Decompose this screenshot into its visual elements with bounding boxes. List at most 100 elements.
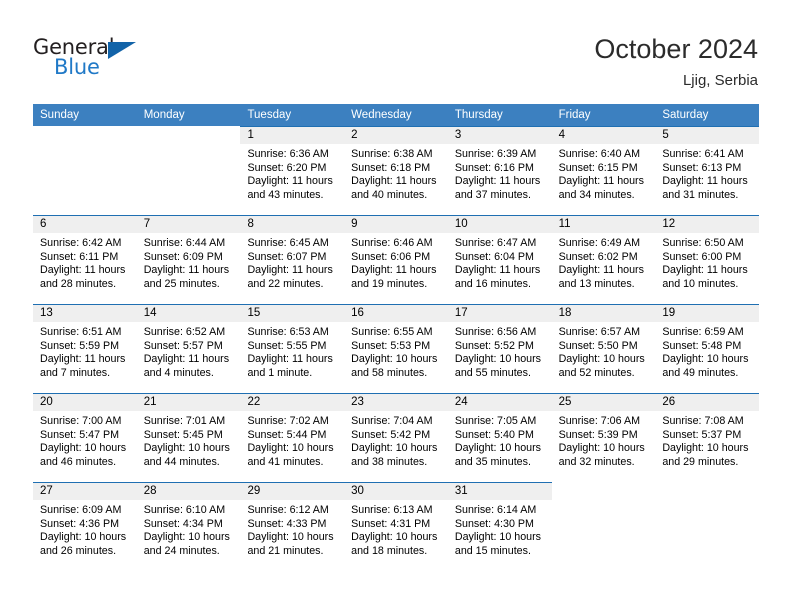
day-number-band: 21 xyxy=(136,393,241,411)
daylight-text: Daylight: 10 hours xyxy=(351,353,438,366)
sunrise-text: Sunrise: 6:39 AM xyxy=(454,148,537,160)
daylight-text: Daylight: 10 hours xyxy=(558,353,645,366)
day-number: 3 xyxy=(454,129,462,141)
daylight-text: Daylight: 10 hours xyxy=(454,353,542,366)
sunrise-text: Sunrise: 7:05 AM xyxy=(454,415,537,427)
daylight-text-cont: and 19 minutes. xyxy=(351,277,428,290)
calendar-day-cell[interactable]: 17 Sunrise: 6:56 AM Sunset: 5:52 PM Dayligh… xyxy=(447,304,552,393)
daylight-text-cont: and 41 minutes. xyxy=(247,455,324,468)
calendar-day-cell[interactable]: 30 Sunrise: 6:13 AM Sunset: 4:31 PM Dayligh… xyxy=(344,482,448,571)
daylight-text: Daylight: 11 hours xyxy=(247,353,333,366)
sunset-text: Sunset: 4:34 PM xyxy=(143,517,223,530)
day-number-band xyxy=(137,126,241,144)
day-number: 11 xyxy=(558,218,571,230)
day-number-band: 8 xyxy=(240,215,345,233)
sunset-text: Sunset: 5:52 PM xyxy=(454,339,534,352)
day-number: 16 xyxy=(351,307,364,319)
day-details: Sunrise: 6:36 AM Sunset: 6:20 PM Daylight:… xyxy=(240,144,344,202)
day-number: 21 xyxy=(143,396,157,408)
day-details: Sunrise: 7:04 AM Sunset: 5:42 PM Daylight:… xyxy=(344,411,448,469)
sunset-text: Sunset: 5:57 PM xyxy=(143,339,223,352)
day-details: Sunrise: 6:40 AM Sunset: 6:15 PM Daylight:… xyxy=(552,144,656,202)
daylight-text: Daylight: 11 hours xyxy=(662,175,748,188)
sunrise-text: Sunrise: 6:38 AM xyxy=(351,148,433,160)
daylight-text-cont: and 15 minutes. xyxy=(454,544,531,557)
calendar-day-cell[interactable]: 3 Sunrise: 6:39 AM Sunset: 6:16 PM Daylight… xyxy=(447,126,552,215)
day-details: Sunrise: 6:39 AM Sunset: 6:16 PM Daylight:… xyxy=(448,144,552,202)
daylight-text-cont: and 4 minutes. xyxy=(143,366,214,379)
day-details: Sunrise: 6:46 AM Sunset: 6:06 PM Daylight:… xyxy=(344,233,448,291)
calendar-day-cell[interactable]: 19 Sunrise: 6:59 AM Sunset: 5:48 PM Dayligh… xyxy=(655,304,760,393)
day-number: 22 xyxy=(247,396,261,408)
day-details: Sunrise: 6:59 AM Sunset: 5:48 PM Daylight:… xyxy=(655,322,759,380)
calendar-day-cell[interactable]: 2 Sunrise: 6:38 AM Sunset: 6:18 PM Daylight… xyxy=(344,126,448,215)
daylight-text: Daylight: 11 hours xyxy=(454,264,541,277)
calendar-day-cell[interactable]: 18 Sunrise: 6:57 AM Sunset: 5:50 PM Dayligh… xyxy=(551,304,656,393)
day-number-band: 27 xyxy=(33,482,137,500)
daylight-text: Daylight: 10 hours xyxy=(247,531,334,544)
daylight-text-cont: and 16 minutes. xyxy=(454,277,531,290)
calendar-week-row: 20 Sunrise: 7:00 AM Sunset: 5:47 PM Dayligh… xyxy=(33,393,760,482)
calendar-day-cell[interactable]: 20 Sunrise: 7:00 AM Sunset: 5:47 PM Dayligh… xyxy=(33,393,137,482)
daylight-text: Daylight: 10 hours xyxy=(351,442,438,455)
calendar-day-cell[interactable]: 6 Sunrise: 6:42 AM Sunset: 6:11 PM Daylight… xyxy=(33,215,137,304)
daylight-text-cont: and 52 minutes. xyxy=(558,366,635,379)
day-details xyxy=(137,144,241,148)
calendar-day-cell[interactable]: 29 Sunrise: 6:12 AM Sunset: 4:33 PM Dayligh… xyxy=(240,482,345,571)
day-details: Sunrise: 6:45 AM Sunset: 6:07 PM Daylight:… xyxy=(240,233,344,291)
general-blue-logo[interactable]: General Blue xyxy=(33,36,173,82)
calendar-day-cell[interactable]: 27 Sunrise: 6:09 AM Sunset: 4:36 PM Dayligh… xyxy=(33,482,137,571)
day-details: Sunrise: 6:44 AM Sunset: 6:09 PM Daylight:… xyxy=(137,233,241,291)
day-number-band: 10 xyxy=(447,215,552,233)
sunrise-text: Sunrise: 7:04 AM xyxy=(351,415,433,427)
calendar-day-cell[interactable]: 1 Sunrise: 6:36 AM Sunset: 6:20 PM Daylight… xyxy=(240,126,345,215)
calendar-day-cell[interactable]: 21 Sunrise: 7:01 AM Sunset: 5:45 PM Dayligh… xyxy=(136,393,241,482)
calendar-day-cell[interactable]: 11 Sunrise: 6:49 AM Sunset: 6:02 PM Dayligh… xyxy=(551,215,656,304)
day-number-band: 3 xyxy=(447,126,552,144)
day-number-band: 28 xyxy=(136,482,241,500)
daylight-text: Daylight: 11 hours xyxy=(454,175,541,188)
sunrise-text: Sunrise: 6:52 AM xyxy=(143,326,226,338)
day-number-band: 19 xyxy=(655,304,760,322)
sunset-text: Sunset: 4:36 PM xyxy=(40,517,120,530)
calendar-day-cell[interactable]: 10 Sunrise: 6:47 AM Sunset: 6:04 PM Dayligh… xyxy=(447,215,552,304)
calendar-day-cell[interactable]: 26 Sunrise: 7:08 AM Sunset: 5:37 PM Dayligh… xyxy=(655,393,760,482)
calendar-day-cell[interactable]: 23 Sunrise: 7:04 AM Sunset: 5:42 PM Dayligh… xyxy=(344,393,448,482)
sunset-text: Sunset: 5:50 PM xyxy=(558,339,638,352)
daylight-text-cont: and 43 minutes. xyxy=(247,188,324,201)
calendar-day-cell[interactable]: 13 Sunrise: 6:51 AM Sunset: 5:59 PM Dayligh… xyxy=(33,304,137,393)
day-number: 25 xyxy=(558,396,572,408)
calendar-day-cell[interactable]: 25 Sunrise: 7:06 AM Sunset: 5:39 PM Dayligh… xyxy=(551,393,656,482)
day-details: Sunrise: 7:00 AM Sunset: 5:47 PM Daylight:… xyxy=(33,411,137,469)
calendar-day-cell[interactable]: 24 Sunrise: 7:05 AM Sunset: 5:40 PM Dayligh… xyxy=(447,393,552,482)
calendar-day-cell[interactable]: 8 Sunrise: 6:45 AM Sunset: 6:07 PM Daylight… xyxy=(240,215,345,304)
calendar-day-cell[interactable]: 15 Sunrise: 6:53 AM Sunset: 5:55 PM Dayligh… xyxy=(240,304,345,393)
page-header: General Blue October 2024 Ljig, Serbia xyxy=(0,0,792,103)
calendar-day-cell[interactable]: 28 Sunrise: 6:10 AM Sunset: 4:34 PM Dayligh… xyxy=(136,482,241,571)
daylight-text-cont: and 22 minutes. xyxy=(247,277,324,290)
calendar-day-cell[interactable]: 7 Sunrise: 6:44 AM Sunset: 6:09 PM Daylight… xyxy=(136,215,241,304)
calendar-day-cell[interactable]: 22 Sunrise: 7:02 AM Sunset: 5:44 PM Dayligh… xyxy=(240,393,345,482)
day-number-band xyxy=(33,126,137,144)
calendar-day-cell[interactable]: 12 Sunrise: 6:50 AM Sunset: 6:00 PM Dayligh… xyxy=(655,215,760,304)
day-number-band: 17 xyxy=(447,304,552,322)
day-details: Sunrise: 6:14 AM Sunset: 4:30 PM Daylight:… xyxy=(448,500,552,558)
day-details: Sunrise: 7:05 AM Sunset: 5:40 PM Daylight:… xyxy=(448,411,552,469)
weekday-header-row: Sunday Monday Tuesday Wednesday Thursday Frid… xyxy=(33,104,759,126)
calendar-day-cell[interactable]: 5 Sunrise: 6:41 AM Sunset: 6:13 PM Daylight… xyxy=(655,126,760,215)
calendar-empty-cell xyxy=(551,482,656,571)
calendar-day-cell[interactable]: 31 Sunrise: 6:14 AM Sunset: 4:30 PM Dayligh… xyxy=(447,482,552,571)
sunset-text: Sunset: 5:48 PM xyxy=(662,339,742,352)
calendar-day-cell[interactable]: 14 Sunrise: 6:52 AM Sunset: 5:57 PM Dayligh… xyxy=(136,304,241,393)
calendar-day-cell[interactable]: 4 Sunrise: 6:40 AM Sunset: 6:15 PM Daylight… xyxy=(551,126,656,215)
sunset-text: Sunset: 5:44 PM xyxy=(247,428,327,441)
calendar-empty-cell xyxy=(655,482,760,571)
calendar-day-cell[interactable]: 16 Sunrise: 6:55 AM Sunset: 5:53 PM Dayligh… xyxy=(344,304,448,393)
day-number: 24 xyxy=(454,396,468,408)
day-number-band: 22 xyxy=(240,393,345,411)
day-number: 18 xyxy=(558,307,572,319)
sunset-text: Sunset: 5:47 PM xyxy=(40,428,120,441)
day-number-band: 16 xyxy=(344,304,448,322)
day-details: Sunrise: 6:13 AM Sunset: 4:31 PM Daylight:… xyxy=(344,500,448,558)
calendar-day-cell[interactable]: 9 Sunrise: 6:46 AM Sunset: 6:06 PM Daylight… xyxy=(344,215,448,304)
